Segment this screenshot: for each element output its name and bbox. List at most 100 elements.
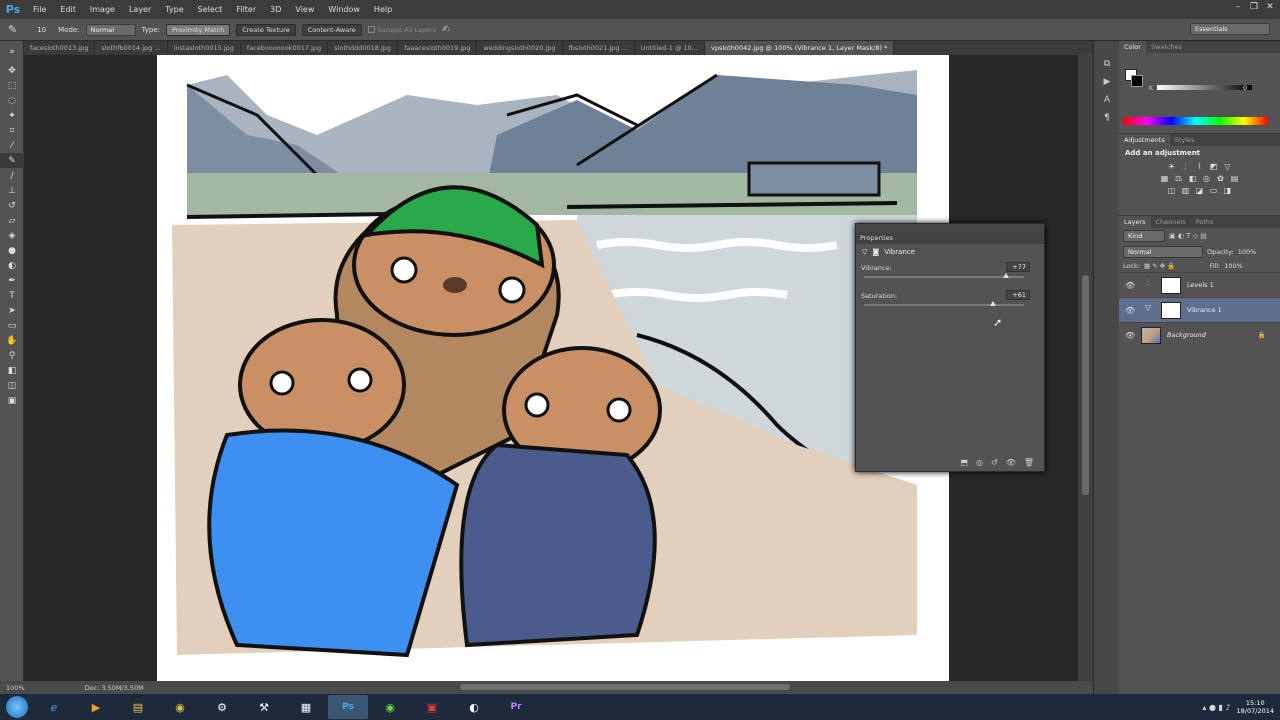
lasso-tool-icon[interactable]: ◌ (0, 93, 24, 108)
tool-icon[interactable]: ⚒ (244, 695, 284, 719)
visibility-eye-icon[interactable]: 👁 (1125, 281, 1135, 290)
view-previous-icon[interactable]: ◎ (976, 458, 983, 467)
character-icon[interactable]: A (1094, 91, 1120, 109)
paragraph-icon[interactable]: ¶ (1094, 109, 1120, 127)
selective-color-icon[interactable]: ◨ (1223, 186, 1233, 196)
k-value[interactable]: 0 (1243, 84, 1247, 92)
spotify-icon[interactable]: ◉ (370, 695, 410, 719)
explorer-icon[interactable]: ▤ (118, 695, 158, 719)
color-spectrum[interactable] (1123, 117, 1268, 125)
spot-healing-brush-icon[interactable]: ✎ (8, 23, 17, 36)
filter-icons[interactable]: ▣ ◐ T ◇ ▤ (1169, 232, 1207, 240)
saturation-slider-thumb[interactable] (989, 301, 996, 306)
tab-paths[interactable]: Paths (1191, 216, 1219, 228)
lock-icons[interactable]: ▦ ✎ ✥ 🔒 (1144, 262, 1175, 270)
exposure-icon[interactable]: ◩ (1209, 162, 1219, 172)
layer-row-vibrance[interactable]: 👁 ▽ Vibrance 1 (1119, 297, 1280, 322)
media-player-icon[interactable]: ▶ (76, 695, 116, 719)
quick-mask-icon[interactable]: ◫ (0, 378, 24, 393)
workspace-select[interactable]: Essentials (1190, 23, 1270, 35)
vibrance-slider-thumb[interactable] (1002, 273, 1009, 278)
menu-help[interactable]: Help (367, 0, 399, 19)
tab-document[interactable]: fbsloth0021.jpg ... (563, 41, 635, 55)
vibrance-icon[interactable]: ▽ (1223, 162, 1233, 172)
menu-window[interactable]: Window (321, 0, 367, 19)
photo-filter-icon[interactable]: ◎ (1202, 174, 1212, 184)
tab-adjustments[interactable]: Adjustments (1119, 134, 1170, 146)
tab-document[interactable]: weddingsloth0020.jpg (477, 41, 563, 55)
content-aware-button[interactable]: Content-Aware (301, 23, 362, 36)
eyedropper-tool-icon[interactable]: ⁄ (0, 138, 24, 153)
posterize-icon[interactable]: ▥ (1181, 186, 1191, 196)
menu-type[interactable]: Type (158, 0, 190, 19)
color-balance-icon[interactable]: ⚖ (1174, 174, 1184, 184)
layer-name[interactable]: Levels 1 (1187, 281, 1214, 289)
black-white-icon[interactable]: ◧ (1188, 174, 1198, 184)
saturation-value-input[interactable]: +61 (1006, 290, 1030, 300)
tab-document[interactable]: faaacesloth0019.jpg (398, 41, 478, 55)
toggle-visibility-icon[interactable]: 👁 (1006, 458, 1016, 467)
tab-color[interactable]: Color (1119, 41, 1146, 53)
actions-icon[interactable]: ▶ (1094, 73, 1120, 91)
restore-icon[interactable]: ❐ (1248, 2, 1260, 12)
tab-styles[interactable]: Styles (1170, 134, 1200, 146)
chrome-icon[interactable]: ◉ (160, 695, 200, 719)
menu-edit[interactable]: Edit (53, 0, 83, 19)
crop-tool-icon[interactable]: ⌗ (0, 123, 24, 138)
collapse-icon[interactable]: » (0, 41, 24, 63)
vertical-scrollbar-thumb[interactable] (1082, 275, 1089, 495)
background-color-swatch[interactable] (1131, 75, 1143, 87)
tray-icons[interactable]: ▴ ● ▮ ♪ (1202, 703, 1230, 712)
tab-layers[interactable]: Layers (1119, 216, 1151, 228)
reset-icon[interactable]: ↺ (991, 458, 998, 467)
opacity-value[interactable]: 100% (1238, 248, 1257, 256)
pen-tool-icon[interactable]: ✒ (0, 273, 24, 288)
history-icon[interactable]: ⧉ (1094, 55, 1120, 73)
color-swatches-icon[interactable]: ◧ (0, 363, 24, 378)
tab-document[interactable]: Untitled-1 @ 10... (635, 41, 705, 55)
tab-document[interactable]: instasloth0015.jpg (168, 41, 241, 55)
zoom-tool-icon[interactable]: ⚲ (0, 348, 24, 363)
steam-icon[interactable]: ⚙ (202, 695, 242, 719)
saturation-slider-track[interactable] (864, 304, 1024, 306)
layer-filter-select[interactable]: Kind (1123, 230, 1165, 242)
layer-row-background[interactable]: 👁 Background 🔒 (1119, 322, 1280, 347)
gradient-map-icon[interactable]: ▭ (1209, 186, 1219, 196)
photoshop-task-icon[interactable]: Ps (328, 695, 368, 719)
menu-view[interactable]: View (288, 0, 321, 19)
tab-swatches[interactable]: Swatches (1146, 41, 1187, 53)
vibrance-slider-track[interactable] (864, 276, 1024, 278)
quick-select-tool-icon[interactable]: ✦ (0, 108, 24, 123)
vertical-scrollbar[interactable] (1078, 55, 1093, 681)
clip-to-layer-icon[interactable]: ⬒ (960, 458, 968, 467)
blur-tool-icon[interactable]: ● (0, 243, 24, 258)
visibility-eye-icon[interactable]: 👁 (1125, 331, 1135, 340)
create-texture-button[interactable]: Create Texture (236, 23, 296, 36)
screen-mode-icon[interactable]: ▣ (0, 393, 24, 408)
ie-icon[interactable]: ℯ (34, 695, 74, 719)
layer-name[interactable]: Vibrance 1 (1187, 306, 1222, 314)
brush-tool-icon[interactable]: ∕ (0, 168, 24, 183)
marquee-tool-icon[interactable]: ⬚ (0, 78, 24, 93)
pdf-icon[interactable]: ▣ (412, 695, 452, 719)
menu-select[interactable]: Select (191, 0, 230, 19)
obs-icon[interactable]: ◐ (454, 695, 494, 719)
k-slider[interactable] (1157, 85, 1252, 90)
curves-icon[interactable]: ⌇ (1195, 162, 1205, 172)
vibrance-value-input[interactable]: +77 (1006, 262, 1030, 272)
brush-size[interactable]: 10 (37, 26, 46, 34)
tab-document[interactable]: facebooooook0017.jpg (241, 41, 329, 55)
threshold-icon[interactable]: ◪ (1195, 186, 1205, 196)
levels-icon[interactable]: ⫶ (1181, 162, 1191, 172)
menu-3d[interactable]: 3D (263, 0, 288, 19)
brightness-icon[interactable]: ☀ (1167, 162, 1177, 172)
eraser-tool-icon[interactable]: ▱ (0, 213, 24, 228)
mask-icon[interactable]: ◙ (872, 248, 879, 256)
menu-image[interactable]: Image (83, 0, 122, 19)
dodge-tool-icon[interactable]: ◐ (0, 258, 24, 273)
zoom-level[interactable]: 100% (6, 684, 25, 692)
shape-tool-icon[interactable]: ▭ (0, 318, 24, 333)
delete-icon[interactable]: 🗑 (1024, 458, 1034, 467)
layer-mask-thumbnail[interactable] (1161, 276, 1181, 294)
properties-panel-header[interactable] (856, 224, 1044, 233)
